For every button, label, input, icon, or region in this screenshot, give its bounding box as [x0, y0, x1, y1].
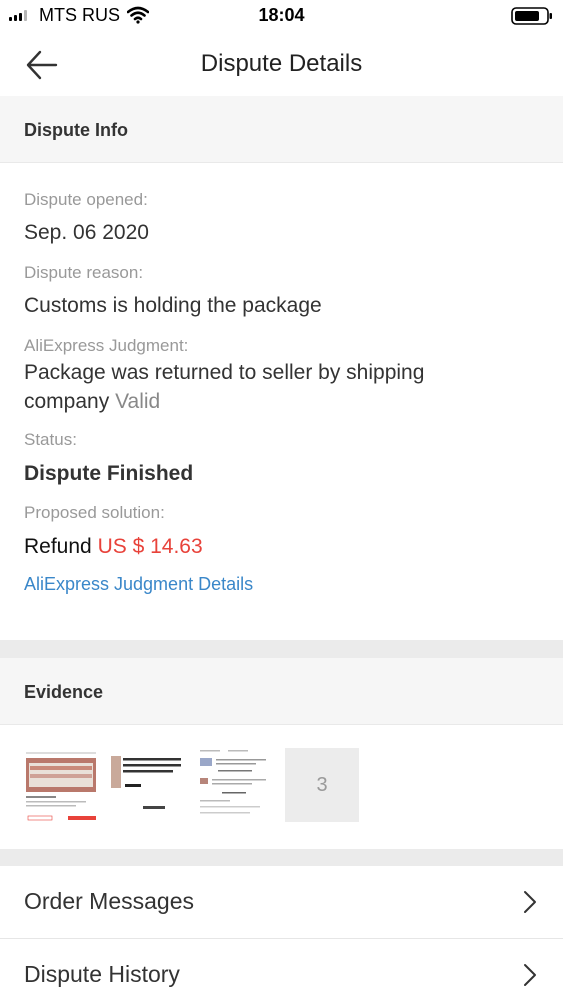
- page-title: Dispute Details: [200, 50, 363, 77]
- judgment-text: Package was returned to seller by shippi…: [24, 361, 425, 413]
- dispute-info-header: Dispute Info: [0, 96, 563, 163]
- evidence-thumbnail[interactable]: [111, 748, 185, 822]
- refund-label: Refund: [24, 535, 92, 558]
- status-value: Dispute Finished: [24, 462, 194, 485]
- proposed-solution-value: Refund US $ 14.63: [24, 532, 524, 561]
- section-title: Dispute Info: [24, 120, 128, 140]
- dispute-opened-value: Sep. 06 2020: [24, 221, 149, 244]
- refund-amount: US $ 14.63: [97, 535, 203, 558]
- dispute-history-label: Dispute History: [24, 961, 180, 987]
- evidence-thumbnail[interactable]: [198, 748, 272, 822]
- section-title: Evidence: [24, 682, 104, 702]
- battery-icon: [511, 7, 552, 25]
- evidence-image: [198, 748, 272, 822]
- section-spacer: [0, 849, 563, 866]
- dispute-reason-label: Dispute reason:: [24, 263, 144, 282]
- proposed-solution-label: Proposed solution:: [24, 503, 165, 522]
- status-bar: MTS RUS 18:04: [0, 0, 563, 32]
- dispute-history-row[interactable]: Dispute History: [0, 939, 563, 1000]
- evidence-image: [111, 748, 185, 822]
- clock: 18:04: [258, 5, 305, 25]
- section-spacer: [0, 640, 563, 658]
- more-evidence-count[interactable]: 3: [285, 748, 359, 822]
- order-messages-row[interactable]: Order Messages: [0, 866, 563, 939]
- evidence-header: Evidence: [0, 658, 563, 725]
- evidence-thumbnails: 3: [24, 748, 359, 822]
- chevron-right-icon: [524, 964, 536, 986]
- judgment-status: Valid: [115, 390, 161, 413]
- chevron-right-icon: [524, 891, 536, 913]
- dispute-reason-value: Customs is holding the package: [24, 294, 322, 317]
- judgment-label: AliExpress Judgment:: [24, 336, 189, 355]
- judgment-value: Package was returned to seller by shippi…: [24, 358, 464, 416]
- navigation-header: Dispute Details: [0, 34, 563, 96]
- evidence-thumbnail[interactable]: [24, 748, 98, 822]
- judgment-details-link[interactable]: AliExpress Judgment Details: [24, 574, 253, 595]
- dispute-opened-label: Dispute opened:: [24, 190, 148, 209]
- status-label: Status:: [24, 430, 77, 449]
- order-messages-label: Order Messages: [24, 888, 195, 914]
- evidence-image: [24, 748, 98, 822]
